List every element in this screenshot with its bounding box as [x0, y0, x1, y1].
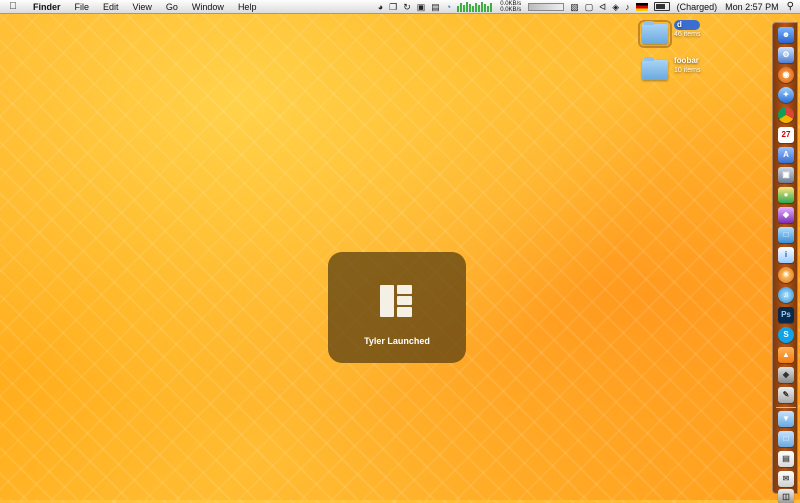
info-app-icon[interactable]: i [778, 247, 794, 263]
sync-icon[interactable]: ↻ [403, 0, 411, 14]
folder-app-icon[interactable]: □ [778, 227, 794, 243]
safari-icon[interactable]: ✦ [778, 87, 794, 103]
spotlight-search-icon[interactable]: ⚲ [787, 1, 794, 12]
status-area: ◕ ❐ ↻ ▣ ▤ ◔ 0.0KB/s 0.0KB/s ▧ ▢ ᐊ ◈ ♪ (C… [375, 0, 800, 14]
system-preferences-icon[interactable]: ⚙ [778, 47, 794, 63]
vlc-icon[interactable]: ▲ [778, 347, 794, 363]
app-icon-green[interactable]: ● [778, 187, 794, 203]
input-flag-icon[interactable] [635, 2, 648, 11]
apple-menu-icon[interactable]:  [0, 1, 26, 12]
menu-help[interactable]: Help [231, 0, 264, 14]
cpu-meter-icon[interactable] [457, 1, 493, 12]
app-store-icon[interactable]: A [778, 147, 794, 163]
dock-separator [776, 407, 796, 408]
script-icon[interactable]: ✎ [778, 387, 794, 403]
network-up: 0.0KB/s [500, 0, 522, 7]
dock: ☻ ⚙ ◉ ✦ 27 A ▣ ● ◆ □ i ☀ ♫ Ps S ▲ ◆ ✎ ▼ … [772, 22, 798, 503]
mail-stack-icon[interactable]: ✉ [778, 471, 794, 487]
menu-window[interactable]: Window [185, 0, 231, 14]
launch-hud: Tyler Launched [328, 252, 466, 363]
skype-icon[interactable]: S [778, 327, 794, 343]
window-layout-icon [380, 285, 412, 317]
documents-folder-icon[interactable]: □ [778, 431, 794, 447]
hud-message: Tyler Launched [364, 336, 430, 346]
globe-icon[interactable]: ◕ [378, 0, 383, 14]
windows-icon[interactable]: ❐ [389, 0, 397, 14]
volume-icon[interactable]: ♪ [625, 0, 630, 14]
document-stack-icon[interactable]: ▤ [778, 451, 794, 467]
folder-item-count: 46 items [674, 31, 701, 38]
menu-file[interactable]: File [68, 0, 97, 14]
downloads-folder-icon[interactable]: ▼ [778, 411, 794, 427]
folder-icon [642, 57, 668, 80]
folder-item-count: 10 items [674, 67, 701, 74]
preview-icon[interactable]: ▣ [778, 167, 794, 183]
menu-go[interactable]: Go [159, 0, 185, 14]
battery-status[interactable]: (Charged) [677, 2, 718, 12]
battery-meter-icon[interactable]: ▧ [570, 0, 579, 14]
photoshop-icon[interactable]: Ps [778, 307, 794, 323]
menu-bar:  Finder File Edit View Go Window Help ◕… [0, 0, 800, 14]
app-icon-gray[interactable]: ◆ [778, 367, 794, 383]
menu-finder[interactable]: Finder [26, 0, 68, 14]
display-icon[interactable]: ▣ [417, 0, 426, 14]
menu-edit[interactable]: Edit [96, 0, 126, 14]
memory-meter-icon[interactable] [528, 2, 565, 11]
clipboard-icon[interactable]: ▤ [431, 0, 440, 14]
battery-icon[interactable] [653, 2, 670, 11]
network-speed[interactable]: 0.0KB/s 0.0KB/s [500, 1, 521, 13]
app-icon-purple[interactable]: ◆ [778, 207, 794, 223]
desktop-folder-d[interactable]: d 46 items [638, 20, 701, 48]
finder-icon[interactable]: ☻ [778, 27, 794, 43]
desktop-folder-foobar[interactable]: foobar 10 items [642, 56, 700, 80]
trash-icon[interactable]: ◫ [778, 489, 794, 503]
folder-name: foobar [674, 56, 699, 65]
folder-icon [638, 20, 672, 48]
wifi-icon[interactable]: ◈ [612, 0, 619, 14]
monitor-icon[interactable]: ▢ [585, 0, 594, 14]
app-icon-orange[interactable]: ☀ [778, 267, 794, 283]
network-down: 0.0KB/s [500, 6, 522, 13]
menu-view[interactable]: View [126, 0, 159, 14]
bluetooth-icon[interactable]: ᐊ [599, 0, 606, 14]
calendar-icon[interactable]: 27 [778, 127, 794, 143]
chrome-icon[interactable] [778, 107, 794, 123]
clock[interactable]: Mon 2:57 PM [725, 2, 779, 12]
firefox-icon[interactable]: ◉ [778, 67, 794, 83]
activity-pie-icon[interactable]: ◔ [446, 0, 451, 14]
folder-name: d [674, 20, 701, 30]
itunes-icon[interactable]: ♫ [778, 287, 794, 303]
